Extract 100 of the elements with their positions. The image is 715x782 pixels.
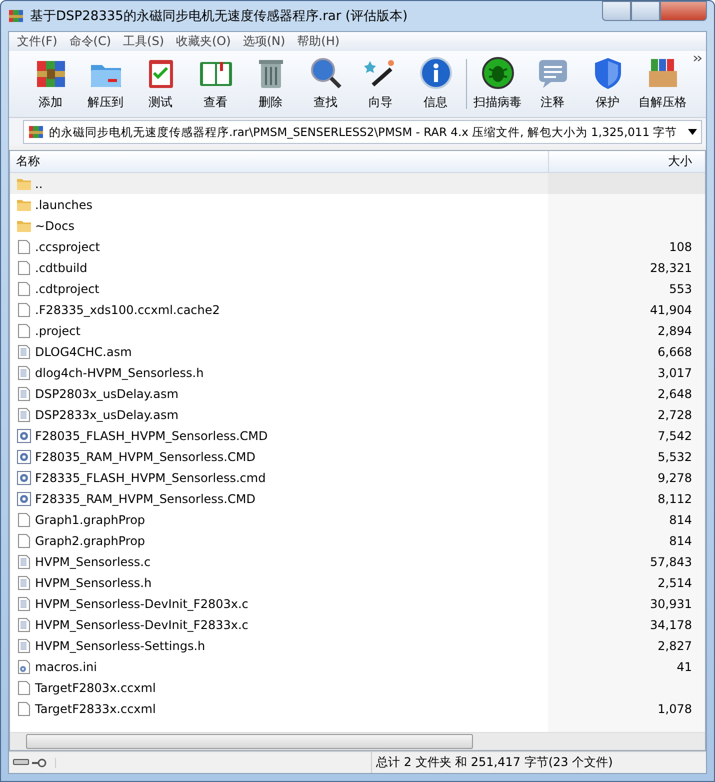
drive-icon xyxy=(13,758,29,766)
toolbar-button[interactable]: 添加 xyxy=(23,55,78,111)
scrollbar-thumb[interactable] xyxy=(26,734,473,749)
file-icon xyxy=(16,280,32,296)
file-name: TargetF2833x.ccxml xyxy=(35,702,156,716)
file-row[interactable]: HVPM_Sensorless.c 57,843 xyxy=(10,551,705,572)
toolbar-button[interactable]: 查看 xyxy=(188,55,243,111)
text-file-icon xyxy=(16,386,32,402)
file-size: 2,728 xyxy=(658,408,692,422)
file-row[interactable]: Graph1.graphProp 814 xyxy=(10,509,705,530)
file-size: 30,931 xyxy=(650,596,692,610)
menu-item[interactable]: 工具(S) xyxy=(117,33,170,50)
file-size: 8,112 xyxy=(658,492,692,506)
file-name: F28035_RAM_HVPM_Sensorless.CMD xyxy=(35,450,256,464)
file-row[interactable]: HVPM_Sensorless-DevInit_F2833x.c 34,178 xyxy=(10,614,705,635)
toolbar-button[interactable]: 向导 xyxy=(353,55,408,111)
file-row[interactable]: TargetF2833x.ccxml 1,078 xyxy=(10,698,705,719)
file-row[interactable]: .F28335_xds100.ccxml.cache2 41,904 xyxy=(10,299,705,320)
file-row[interactable]: DSP2833x_usDelay.asm 2,728 xyxy=(10,404,705,425)
file-row[interactable]: Graph2.graphProp 814 xyxy=(10,530,705,551)
file-row[interactable]: .. xyxy=(10,173,705,194)
file-name: DSP2803x_usDelay.asm xyxy=(35,386,178,400)
menu-item[interactable]: 选项(N) xyxy=(236,33,292,50)
file-icon xyxy=(16,302,32,318)
text-file-icon xyxy=(16,596,32,612)
status-text: 总计 2 文件夹 和 251,417 字节(23 个文件) xyxy=(371,752,706,773)
menu-item[interactable]: 帮助(H) xyxy=(291,33,346,50)
file-row[interactable]: HVPM_Sensorless-DevInit_F2803x.c 30,931 xyxy=(10,593,705,614)
file-name: .cdtbuild xyxy=(35,260,88,274)
file-size: 814 xyxy=(669,534,692,548)
maximize-button[interactable] xyxy=(631,1,660,21)
toolbar-button[interactable]: 查找 xyxy=(298,55,353,111)
toolbar-button[interactable]: 扫描病毒 xyxy=(470,55,525,111)
toolbar-button[interactable]: 信息 xyxy=(408,55,463,111)
file-row[interactable]: F28335_FLASH_HVPM_Sensorless.cmd 9,278 xyxy=(10,467,705,488)
winrar-logo-icon xyxy=(8,8,24,24)
file-icon xyxy=(16,260,32,276)
file-row[interactable]: HVPM_Sensorless-Settings.h 2,827 xyxy=(10,635,705,656)
path-field[interactable]: 的永磁同步电机无速度传感器程序.rar\PMSM_SENSERLESS2\PMSM - RAR 4.x 压缩文件, 解包大小为 1,325,011 字节 xyxy=(23,120,702,144)
file-row[interactable]: .cdtbuild 28,321 xyxy=(10,257,705,278)
file-row[interactable]: HVPM_Sensorless.h 2,514 xyxy=(10,572,705,593)
file-name: .F28335_xds100.ccxml.cache2 xyxy=(35,302,220,316)
file-row[interactable]: TargetF2803x.ccxml xyxy=(10,677,705,698)
toolbar-button[interactable]: 自解压格 xyxy=(635,55,690,111)
file-name: .cdtproject xyxy=(35,282,100,296)
key-icon xyxy=(31,758,47,768)
file-size: 2,827 xyxy=(658,638,692,652)
file-name: dlog4ch-HVPM_Sensorless.h xyxy=(35,366,204,380)
dropdown-caret-icon[interactable] xyxy=(688,129,697,135)
file-row[interactable]: ~Docs xyxy=(10,215,705,236)
toolbar-button[interactable]: 测试 xyxy=(133,55,188,111)
winrar-logo-icon xyxy=(28,124,44,140)
file-name: TargetF2803x.ccxml xyxy=(35,680,156,694)
file-row[interactable]: macros.ini 41 xyxy=(10,656,705,677)
file-size: 41,904 xyxy=(650,302,692,316)
file-row[interactable]: DSP2803x_usDelay.asm 2,648 xyxy=(10,383,705,404)
file-icon xyxy=(16,238,32,254)
file-name: .project xyxy=(35,324,80,338)
file-name: macros.ini xyxy=(35,660,97,674)
text-file-icon xyxy=(16,638,32,654)
file-size: 5,532 xyxy=(658,450,692,464)
file-name: DSP2833x_usDelay.asm xyxy=(35,408,178,422)
toolbar-button[interactable]: 删除 xyxy=(243,55,298,111)
file-row[interactable]: .cdtproject 553 xyxy=(10,278,705,299)
file-size: 7,542 xyxy=(658,428,692,442)
file-icon xyxy=(16,700,32,716)
column-header[interactable]: 大小 xyxy=(548,151,705,172)
close-button[interactable] xyxy=(660,1,707,21)
file-name: F28335_FLASH_HVPM_Sensorless.cmd xyxy=(35,470,266,484)
file-row[interactable]: dlog4ch-HVPM_Sensorless.h 3,017 xyxy=(10,362,705,383)
minimize-button[interactable] xyxy=(602,1,631,21)
file-size: 553 xyxy=(669,282,692,296)
menu-item[interactable]: 文件(F) xyxy=(11,33,64,50)
file-name: HVPM_Sensorless-DevInit_F2833x.c xyxy=(35,618,248,632)
file-row[interactable]: .project 2,894 xyxy=(10,320,705,341)
window-title: 基于DSP28335的永磁同步电机无速度传感器程序.rar (评估版本) xyxy=(30,8,408,25)
text-file-icon xyxy=(16,364,32,380)
file-name: Graph2.graphProp xyxy=(35,534,146,548)
column-header[interactable]: 名称 xyxy=(10,151,548,172)
toolbar-button[interactable]: 注释 xyxy=(525,55,580,111)
text-file-icon xyxy=(16,616,32,632)
file-name: .ccsproject xyxy=(35,240,100,254)
file-size: 1,078 xyxy=(658,702,692,716)
file-row[interactable]: .launches xyxy=(10,194,705,215)
file-row[interactable]: F28335_RAM_HVPM_Sensorless.CMD 8,112 xyxy=(10,488,705,509)
text-file-icon xyxy=(16,574,32,590)
file-size: 2,514 xyxy=(658,576,692,590)
file-size: 57,843 xyxy=(650,554,692,568)
file-name: .. xyxy=(35,176,43,190)
file-icon xyxy=(16,532,32,548)
menu-item[interactable]: 收藏夹(O) xyxy=(170,33,237,50)
menu-item[interactable]: 命令(C) xyxy=(63,33,118,50)
toolbar-button[interactable]: 解压到 xyxy=(78,55,133,111)
file-row[interactable]: F28035_FLASH_HVPM_Sensorless.CMD 7,542 xyxy=(10,425,705,446)
file-row[interactable]: DLOG4CHC.asm 6,668 xyxy=(10,341,705,362)
file-name: .launches xyxy=(35,198,93,212)
file-row[interactable]: .ccsproject 108 xyxy=(10,236,705,257)
file-size: 814 xyxy=(669,512,692,526)
file-row[interactable]: F28035_RAM_HVPM_Sensorless.CMD 5,532 xyxy=(10,446,705,467)
toolbar-button[interactable]: 保护 xyxy=(580,55,635,111)
